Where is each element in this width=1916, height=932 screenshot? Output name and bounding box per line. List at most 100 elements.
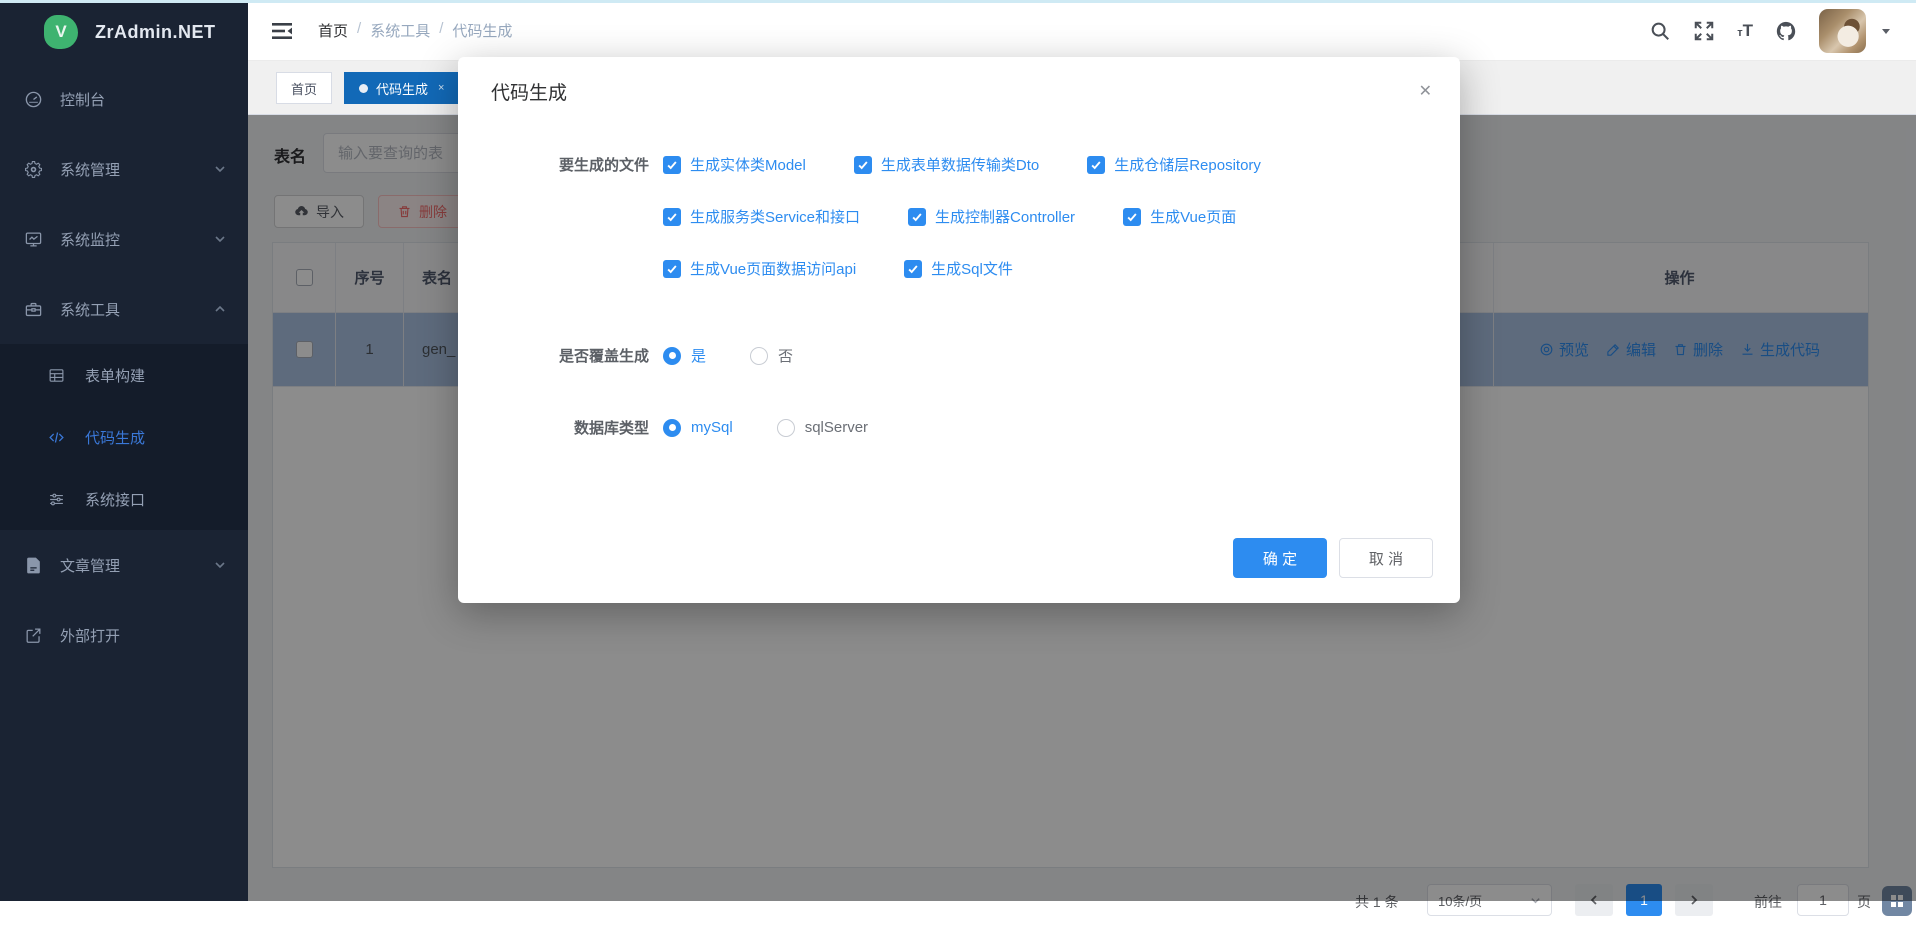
sidebar-item-form-builder[interactable]: 表单构建 <box>0 344 248 406</box>
app-logo[interactable]: V ZrAdmin.NET <box>0 0 248 64</box>
radio-overwrite-no[interactable]: 否 <box>750 345 793 366</box>
checkbox-label: 生成仓储层Repository <box>1114 154 1261 175</box>
dashboard-icon <box>24 90 43 109</box>
sidebar-item-system-monitor[interactable]: 系统监控 <box>0 204 248 274</box>
close-icon[interactable]: ✕ <box>1419 81 1432 101</box>
sidebar-item-label: 系统管理 <box>60 159 120 180</box>
tab-close-icon[interactable]: × <box>438 82 444 94</box>
dialog-footer: 确 定 取 消 <box>1233 538 1433 578</box>
api-icon <box>48 491 65 508</box>
checkbox-dto[interactable]: 生成表单数据传输类Dto <box>854 154 1039 175</box>
tab-home[interactable]: 首页 <box>276 72 332 104</box>
sidebar-item-label: 系统监控 <box>60 229 120 250</box>
radio-sqlserver[interactable]: sqlServer <box>777 419 868 437</box>
app-title: ZrAdmin.NET <box>95 22 216 43</box>
radio-label: 否 <box>778 345 793 366</box>
sidebar-item-label: 文章管理 <box>60 555 120 576</box>
breadcrumb-separator: / <box>357 20 361 41</box>
monitor-icon <box>24 230 43 249</box>
checkbox-checked-icon <box>1087 156 1105 174</box>
avatar-caret-icon[interactable] <box>1880 25 1892 37</box>
checkbox-service[interactable]: 生成服务类Service和接口 <box>663 206 860 227</box>
tab-label: 首页 <box>291 79 317 98</box>
sidebar-item-label: 系统接口 <box>85 489 145 510</box>
breadcrumb-home[interactable]: 首页 <box>318 20 348 41</box>
radio-label: sqlServer <box>805 419 868 436</box>
breadcrumb-system-tools[interactable]: 系统工具 <box>370 20 430 41</box>
logo-icon: V <box>44 15 78 49</box>
breadcrumb: 首页 / 系统工具 / 代码生成 <box>318 20 512 41</box>
chevron-down-icon <box>214 559 226 571</box>
checkbox-checked-icon <box>854 156 872 174</box>
radio-selected-icon <box>663 419 681 437</box>
checkbox-checked-icon <box>663 208 681 226</box>
chevron-down-icon <box>214 233 226 245</box>
sidebar-item-dashboard[interactable]: 控制台 <box>0 64 248 134</box>
checkbox-repository[interactable]: 生成仓储层Repository <box>1087 154 1261 175</box>
active-dot-icon <box>359 84 368 93</box>
github-icon[interactable] <box>1775 20 1797 42</box>
radio-label: mySql <box>691 419 733 436</box>
checkbox-checked-icon <box>904 260 922 278</box>
search-icon[interactable] <box>1649 20 1671 42</box>
files-row-3: 生成Vue页面数据访问api 生成Sql文件 <box>491 258 1061 279</box>
code-generation-dialog: 代码生成 ✕ 要生成的文件 生成实体类Model 生成表单数据传输类Dto 生成… <box>458 57 1460 603</box>
checkbox-label: 生成表单数据传输类Dto <box>881 154 1039 175</box>
code-icon <box>48 429 65 446</box>
checkbox-label: 生成服务类Service和接口 <box>690 206 860 227</box>
cancel-button[interactable]: 取 消 <box>1339 538 1433 578</box>
window-top-edge <box>0 0 1916 3</box>
checkbox-checked-icon <box>1123 208 1141 226</box>
sidebar-item-external-open[interactable]: 外部打开 <box>0 600 248 670</box>
files-label: 要生成的文件 <box>491 154 649 175</box>
sidebar-item-system-manage[interactable]: 系统管理 <box>0 134 248 204</box>
checkbox-controller[interactable]: 生成控制器Controller <box>908 206 1075 227</box>
document-icon <box>24 556 43 575</box>
sidebar-item-system-api[interactable]: 系统接口 <box>0 468 248 530</box>
sidebar: V ZrAdmin.NET 控制台 系统管理 系统监控 系统工具 <box>0 0 248 901</box>
breadcrumb-current: 代码生成 <box>452 20 512 41</box>
radio-selected-icon <box>663 347 681 365</box>
checkbox-vue-api[interactable]: 生成Vue页面数据访问api <box>663 258 856 279</box>
sidebar-item-label: 代码生成 <box>85 427 145 448</box>
sidebar-item-system-tools[interactable]: 系统工具 <box>0 274 248 344</box>
form-icon <box>48 367 65 384</box>
fullscreen-icon[interactable] <box>1693 20 1715 42</box>
radio-mysql[interactable]: mySql <box>663 419 733 437</box>
sidebar-item-label: 控制台 <box>60 89 105 110</box>
font-size-icon[interactable]: тT <box>1737 22 1753 39</box>
files-row-1: 要生成的文件 生成实体类Model 生成表单数据传输类Dto 生成仓储层Repo… <box>491 154 1309 175</box>
checkbox-label: 生成实体类Model <box>690 154 806 175</box>
collapse-sidebar-icon[interactable] <box>270 19 294 43</box>
checkbox-sql-file[interactable]: 生成Sql文件 <box>904 258 1013 279</box>
navbar: 首页 / 系统工具 / 代码生成 тT <box>248 0 1916 61</box>
dialog-title: 代码生成 <box>491 78 567 105</box>
toolbox-icon <box>24 300 43 319</box>
radio-label: 是 <box>691 345 706 366</box>
user-avatar[interactable] <box>1819 9 1866 53</box>
radio-unselected-icon <box>777 419 795 437</box>
checkbox-checked-icon <box>908 208 926 226</box>
sidebar-item-code-generation[interactable]: 代码生成 <box>0 406 248 468</box>
overwrite-label: 是否覆盖生成 <box>491 345 649 366</box>
checkbox-label: 生成Vue页面数据访问api <box>690 258 856 279</box>
navbar-actions: тT <box>1649 0 1892 61</box>
tab-label: 代码生成 <box>376 79 428 98</box>
sidebar-item-article-manage[interactable]: 文章管理 <box>0 530 248 600</box>
checkbox-checked-icon <box>663 156 681 174</box>
chevron-up-icon <box>214 303 226 315</box>
sidebar-item-label: 系统工具 <box>60 299 120 320</box>
checkbox-checked-icon <box>663 260 681 278</box>
tab-code-generation[interactable]: 代码生成 × <box>344 72 459 104</box>
checkbox-vue-page[interactable]: 生成Vue页面 <box>1123 206 1236 227</box>
system-tools-submenu: 表单构建 代码生成 系统接口 <box>0 344 248 530</box>
db-type-label: 数据库类型 <box>491 417 649 438</box>
radio-overwrite-yes[interactable]: 是 <box>663 345 706 366</box>
sidebar-item-label: 表单构建 <box>85 365 145 386</box>
external-link-icon <box>24 626 43 645</box>
checkbox-label: 生成Sql文件 <box>931 258 1013 279</box>
checkbox-model[interactable]: 生成实体类Model <box>663 154 806 175</box>
db-type-row: 数据库类型 mySql sqlServer <box>491 417 912 438</box>
confirm-button[interactable]: 确 定 <box>1233 538 1327 578</box>
radio-unselected-icon <box>750 347 768 365</box>
